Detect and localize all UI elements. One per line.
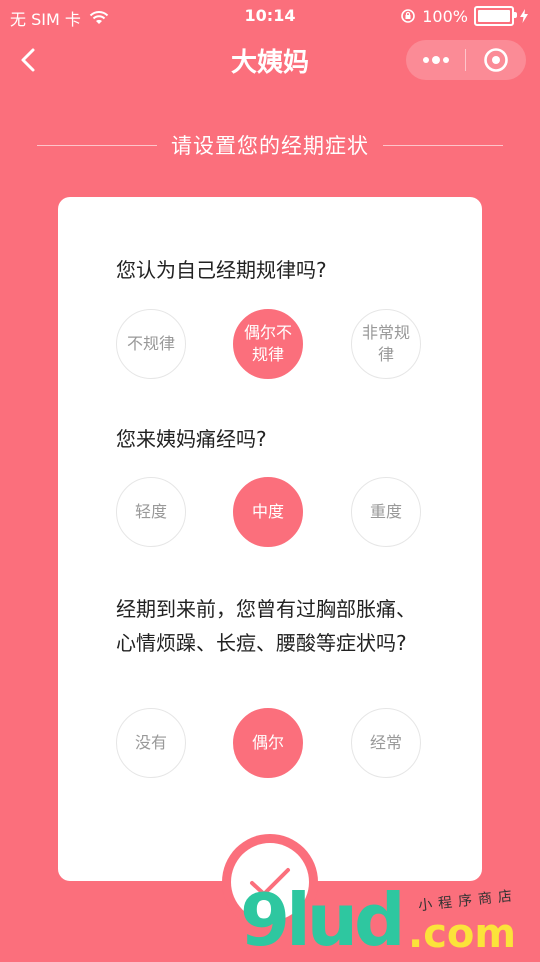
- option-label: 没有: [134, 733, 167, 752]
- mini-program-capsule: [406, 40, 526, 80]
- option-label: 不规律: [127, 334, 176, 353]
- heading-divider-left: [37, 144, 157, 146]
- option-severe[interactable]: 重度: [351, 477, 421, 547]
- status-right: 100%: [400, 6, 528, 26]
- option-label: 偶尔不规律: [244, 323, 293, 364]
- battery-percent: 100%: [422, 6, 468, 26]
- option-label: 重度: [369, 502, 402, 521]
- option-label: 中度: [251, 502, 284, 521]
- option-mild[interactable]: 轻度: [116, 477, 186, 547]
- heading-divider-right: [383, 144, 503, 146]
- options-pms: 没有 偶尔 经常: [116, 708, 428, 780]
- target-close-icon: [484, 48, 508, 72]
- option-label: 非常规律: [362, 323, 411, 364]
- option-label: 经常: [369, 733, 402, 752]
- option-never[interactable]: 没有: [116, 708, 186, 778]
- battery-icon: [474, 6, 517, 26]
- close-mini-program-button[interactable]: [466, 40, 526, 80]
- more-dots-icon: [422, 56, 449, 64]
- option-very-regular[interactable]: 非常规律: [351, 309, 421, 379]
- watermark: 9lud .com 小程序商店: [240, 880, 540, 960]
- question-pms: 经期到来前，您曾有过胸部胀痛、心情烦躁、长痘、腰酸等症状吗?: [116, 597, 416, 655]
- section-heading-text: 请设置您的经期症状: [171, 134, 369, 158]
- charging-icon: [520, 9, 528, 23]
- option-often[interactable]: 经常: [351, 708, 421, 778]
- symptom-card: 您认为自己经期规律吗? 不规律 偶尔不规律 非常规律 您来姨妈痛经吗? 轻度 中…: [58, 197, 482, 881]
- option-irregular[interactable]: 不规律: [116, 309, 186, 379]
- more-button[interactable]: [406, 40, 465, 80]
- option-occasionally[interactable]: 偶尔: [233, 708, 303, 778]
- section-heading: 请设置您的经期症状: [0, 128, 540, 162]
- status-bar: 无 SIM 卡 10:14 100%: [0, 0, 540, 32]
- option-occasionally-irregular[interactable]: 偶尔不规律: [233, 309, 303, 379]
- watermark-brand: 9lud: [240, 878, 406, 962]
- options-regularity: 不规律 偶尔不规律 非常规律: [116, 309, 428, 381]
- options-cramps: 轻度 中度 重度: [116, 477, 428, 549]
- navigation-bar: 大姨妈: [0, 32, 540, 88]
- question-cramps: 您来姨妈痛经吗?: [116, 427, 267, 451]
- option-moderate[interactable]: 中度: [233, 477, 303, 547]
- watermark-domain: .com: [408, 911, 517, 957]
- option-label: 偶尔: [251, 733, 284, 752]
- orientation-lock-icon: [401, 9, 416, 23]
- question-regularity: 您认为自己经期规律吗?: [116, 258, 327, 282]
- option-label: 轻度: [134, 502, 167, 521]
